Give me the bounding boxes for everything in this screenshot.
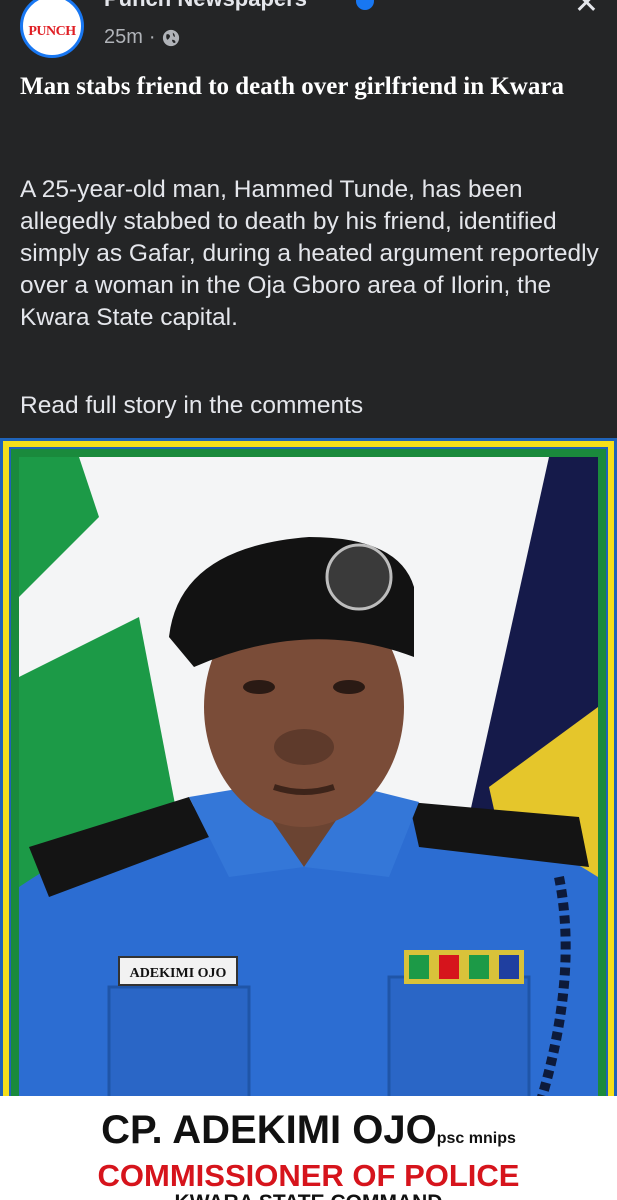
punch-logo-icon: PUNCH <box>28 24 76 39</box>
post-timestamp[interactable]: 25m <box>104 26 143 49</box>
post-photo[interactable]: ADEKIMI OJO CP. ADEKIMI OJOpsc mnips COM… <box>0 438 617 1200</box>
caption-command: KWARA STATE COMMAND <box>0 1191 617 1200</box>
photo-frame-green: ADEKIMI OJO <box>11 449 606 1157</box>
close-icon[interactable]: ✕ <box>574 0 599 21</box>
caption-role: COMMISSIONER OF POLICE <box>97 1158 520 1193</box>
photo-caption: CP. ADEKIMI OJOpsc mnips COMMISSIONER OF… <box>0 1096 617 1200</box>
read-more-text: Read full story in the comments <box>20 392 364 419</box>
officer-portrait: ADEKIMI OJO <box>19 457 598 1149</box>
meta-separator: · <box>148 26 156 48</box>
caption-suffix: psc mnips <box>436 1130 516 1147</box>
post-title: Man stabs friend to death over girlfrien… <box>20 73 564 100</box>
post-header: PUNCH Punch Newspapers ✕ 25m · <box>0 0 617 70</box>
page-name[interactable]: Punch Newspapers <box>104 0 307 12</box>
post-meta: 25m · <box>104 26 180 49</box>
caption-name-line: CP. ADEKIMI OJOpsc mnips <box>0 1108 617 1161</box>
name-tag-text: ADEKIMI OJO <box>130 966 227 981</box>
page-avatar[interactable]: PUNCH <box>20 0 84 58</box>
post-body: A 25-year-old man, Hammed Tunde, has bee… <box>20 176 599 331</box>
beret-badge <box>325 543 393 611</box>
globe-icon <box>162 29 179 46</box>
caption-name: CP. ADEKIMI OJO <box>101 1108 437 1152</box>
verified-badge-icon <box>356 0 374 10</box>
